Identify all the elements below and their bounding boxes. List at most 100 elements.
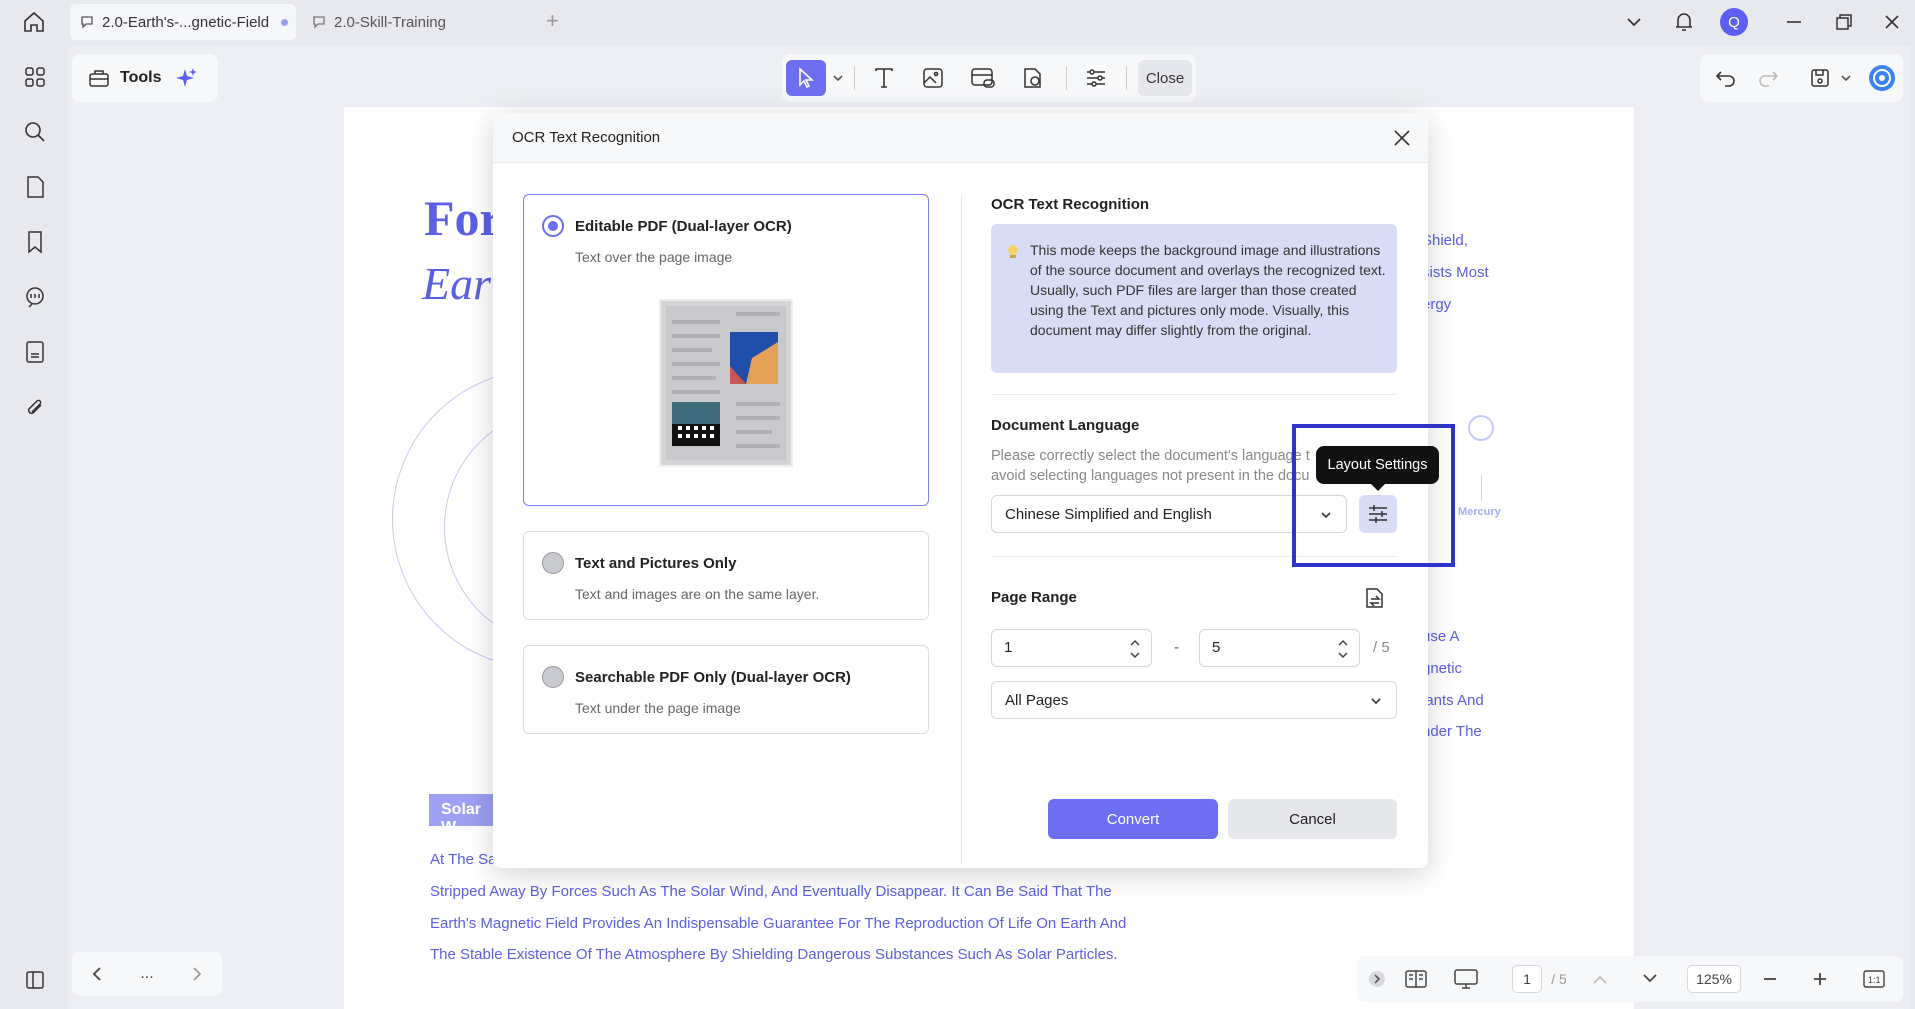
- range-total: / 5: [1373, 639, 1390, 656]
- attachment-icon[interactable]: [20, 392, 50, 422]
- save-icon[interactable]: [1804, 62, 1836, 94]
- search-icon[interactable]: [20, 117, 50, 147]
- apps-grid-icon[interactable]: [20, 62, 50, 92]
- view-statusbar: 1 / 5 125% 1:1: [1357, 956, 1903, 1002]
- comments-icon[interactable]: [20, 282, 50, 312]
- document-title-line2: Ear: [422, 258, 491, 309]
- left-sidebar: [0, 44, 68, 1009]
- side-text: lants And: [1422, 692, 1484, 709]
- option-description: Text and images are on the same layer.: [575, 586, 820, 602]
- page-thumbnail-icon[interactable]: [20, 172, 50, 202]
- presentation-icon[interactable]: [1451, 965, 1481, 993]
- range-to-input[interactable]: 5: [1199, 629, 1360, 667]
- convert-button[interactable]: Convert: [1048, 799, 1218, 839]
- bookmark-icon[interactable]: [20, 227, 50, 257]
- actual-size-icon[interactable]: 1:1: [1859, 965, 1889, 993]
- bell-icon[interactable]: [1670, 6, 1698, 38]
- language-section-title: Document Language: [991, 417, 1140, 434]
- chevron-up-icon[interactable]: [1587, 965, 1613, 993]
- tools-label: Tools: [120, 69, 162, 86]
- redo-icon[interactable]: [1752, 62, 1784, 94]
- radio-editable-pdf[interactable]: [542, 215, 564, 237]
- page-number-input[interactable]: 1: [1512, 965, 1542, 993]
- page-range-title: Page Range: [991, 589, 1077, 606]
- minimize-icon[interactable]: [1780, 6, 1808, 38]
- toolbox-icon: [89, 70, 109, 87]
- info-text: This mode keeps the background image and…: [1030, 242, 1386, 338]
- undo-icon[interactable]: [1710, 62, 1742, 94]
- cancel-button[interactable]: Cancel: [1228, 799, 1397, 839]
- watermark-tool-icon[interactable]: [1015, 60, 1051, 96]
- range-to-value: 5: [1212, 639, 1221, 656]
- comment-icon: [313, 16, 325, 29]
- chevron-left-icon[interactable]: [82, 960, 112, 988]
- tab-earths-magnetic-field[interactable]: 2.0-Earth's-...gnetic-Field: [70, 4, 296, 40]
- option-searchable-pdf[interactable]: Searchable PDF Only (Dual-layer OCR) Tex…: [523, 645, 929, 734]
- expand-arrow-icon[interactable]: [1367, 965, 1387, 993]
- unsaved-dot: [281, 18, 289, 26]
- more-button[interactable]: ...: [132, 960, 162, 988]
- zoom-in-icon[interactable]: [1807, 965, 1833, 993]
- edit-toolbar: Close: [782, 54, 1196, 102]
- radio-text-and-pictures[interactable]: [542, 552, 564, 574]
- restore-icon[interactable]: [1830, 6, 1858, 38]
- title-bar: 2.0-Earth's-...gnetic-Field 2.0-Skill-Tr…: [0, 0, 1915, 44]
- form-icon[interactable]: [20, 337, 50, 367]
- planet-line: [1481, 475, 1482, 501]
- lightbulb-icon: [1008, 245, 1018, 258]
- tab-skill-training[interactable]: 2.0-Skill-Training: [302, 4, 528, 40]
- avatar-letter: Q: [1728, 13, 1740, 31]
- dialog-title: OCR Text Recognition: [512, 129, 661, 146]
- page-nav-left: ...: [72, 952, 222, 996]
- zoom-level-input[interactable]: 125%: [1687, 965, 1741, 993]
- chevron-down-icon: [1371, 698, 1381, 705]
- select-tool-button[interactable]: [786, 60, 826, 96]
- properties-sliders-icon[interactable]: [1078, 60, 1114, 96]
- section-divider: [991, 394, 1397, 395]
- range-separator: -: [1174, 639, 1179, 656]
- toolbar-divider: [1126, 66, 1127, 90]
- close-edit-button[interactable]: Close: [1138, 60, 1192, 96]
- tools-button[interactable]: Tools: [72, 54, 218, 102]
- option-description: Text under the page image: [575, 700, 741, 716]
- zoom-out-icon[interactable]: [1757, 965, 1783, 993]
- option-text-and-pictures[interactable]: Text and Pictures Only Text and images a…: [523, 531, 929, 620]
- option-title: Text and Pictures Only: [575, 555, 737, 572]
- page-layout-icon[interactable]: [1401, 965, 1431, 993]
- stepper-arrows-icon[interactable]: [1129, 636, 1141, 662]
- range-from-value: 1: [1004, 639, 1013, 656]
- tabs-dropdown-icon[interactable]: [1620, 6, 1648, 38]
- ai-assistant-icon[interactable]: [1866, 62, 1898, 94]
- close-window-icon[interactable]: [1878, 6, 1906, 38]
- image-tool-icon[interactable]: [915, 60, 951, 96]
- side-text: sists Most: [1422, 264, 1489, 281]
- option-editable-pdf[interactable]: Editable PDF (Dual-layer OCR) Text over …: [523, 194, 929, 506]
- close-icon[interactable]: [1390, 126, 1414, 150]
- paragraph-line: At The Sa: [430, 851, 497, 868]
- link-tool-icon[interactable]: [965, 60, 1001, 96]
- document-title-line1: For: [424, 190, 502, 246]
- text-tool-icon[interactable]: [866, 60, 902, 96]
- chevron-down-icon[interactable]: [1838, 62, 1854, 94]
- svg-text:1:1: 1:1: [1868, 975, 1881, 985]
- avatar[interactable]: Q: [1720, 8, 1748, 36]
- sidebar-toggle-icon[interactable]: [20, 965, 50, 995]
- dialog-header: OCR Text Recognition: [493, 113, 1428, 163]
- pages-subset-select[interactable]: All Pages: [991, 681, 1397, 719]
- chevron-right-icon[interactable]: [182, 960, 212, 988]
- add-tab-icon[interactable]: +: [546, 10, 566, 34]
- tab-label: 2.0-Earth's-...gnetic-Field: [102, 13, 270, 31]
- ai-sparkle-icon[interactable]: [175, 66, 199, 90]
- column-divider: [961, 195, 962, 865]
- stepper-arrows-icon[interactable]: [1337, 636, 1349, 662]
- side-text: Shield,: [1422, 232, 1468, 249]
- chevron-down-icon[interactable]: [830, 60, 846, 96]
- chevron-down-icon[interactable]: [1637, 965, 1663, 993]
- range-from-input[interactable]: 1: [991, 629, 1152, 667]
- home-icon[interactable]: [18, 8, 50, 36]
- highlight-box: [1292, 424, 1455, 567]
- radio-searchable-pdf[interactable]: [542, 666, 564, 688]
- option-title: Editable PDF (Dual-layer OCR): [575, 218, 792, 235]
- section-badge: Solar W: [429, 794, 499, 836]
- page-range-icon[interactable]: [1363, 586, 1387, 610]
